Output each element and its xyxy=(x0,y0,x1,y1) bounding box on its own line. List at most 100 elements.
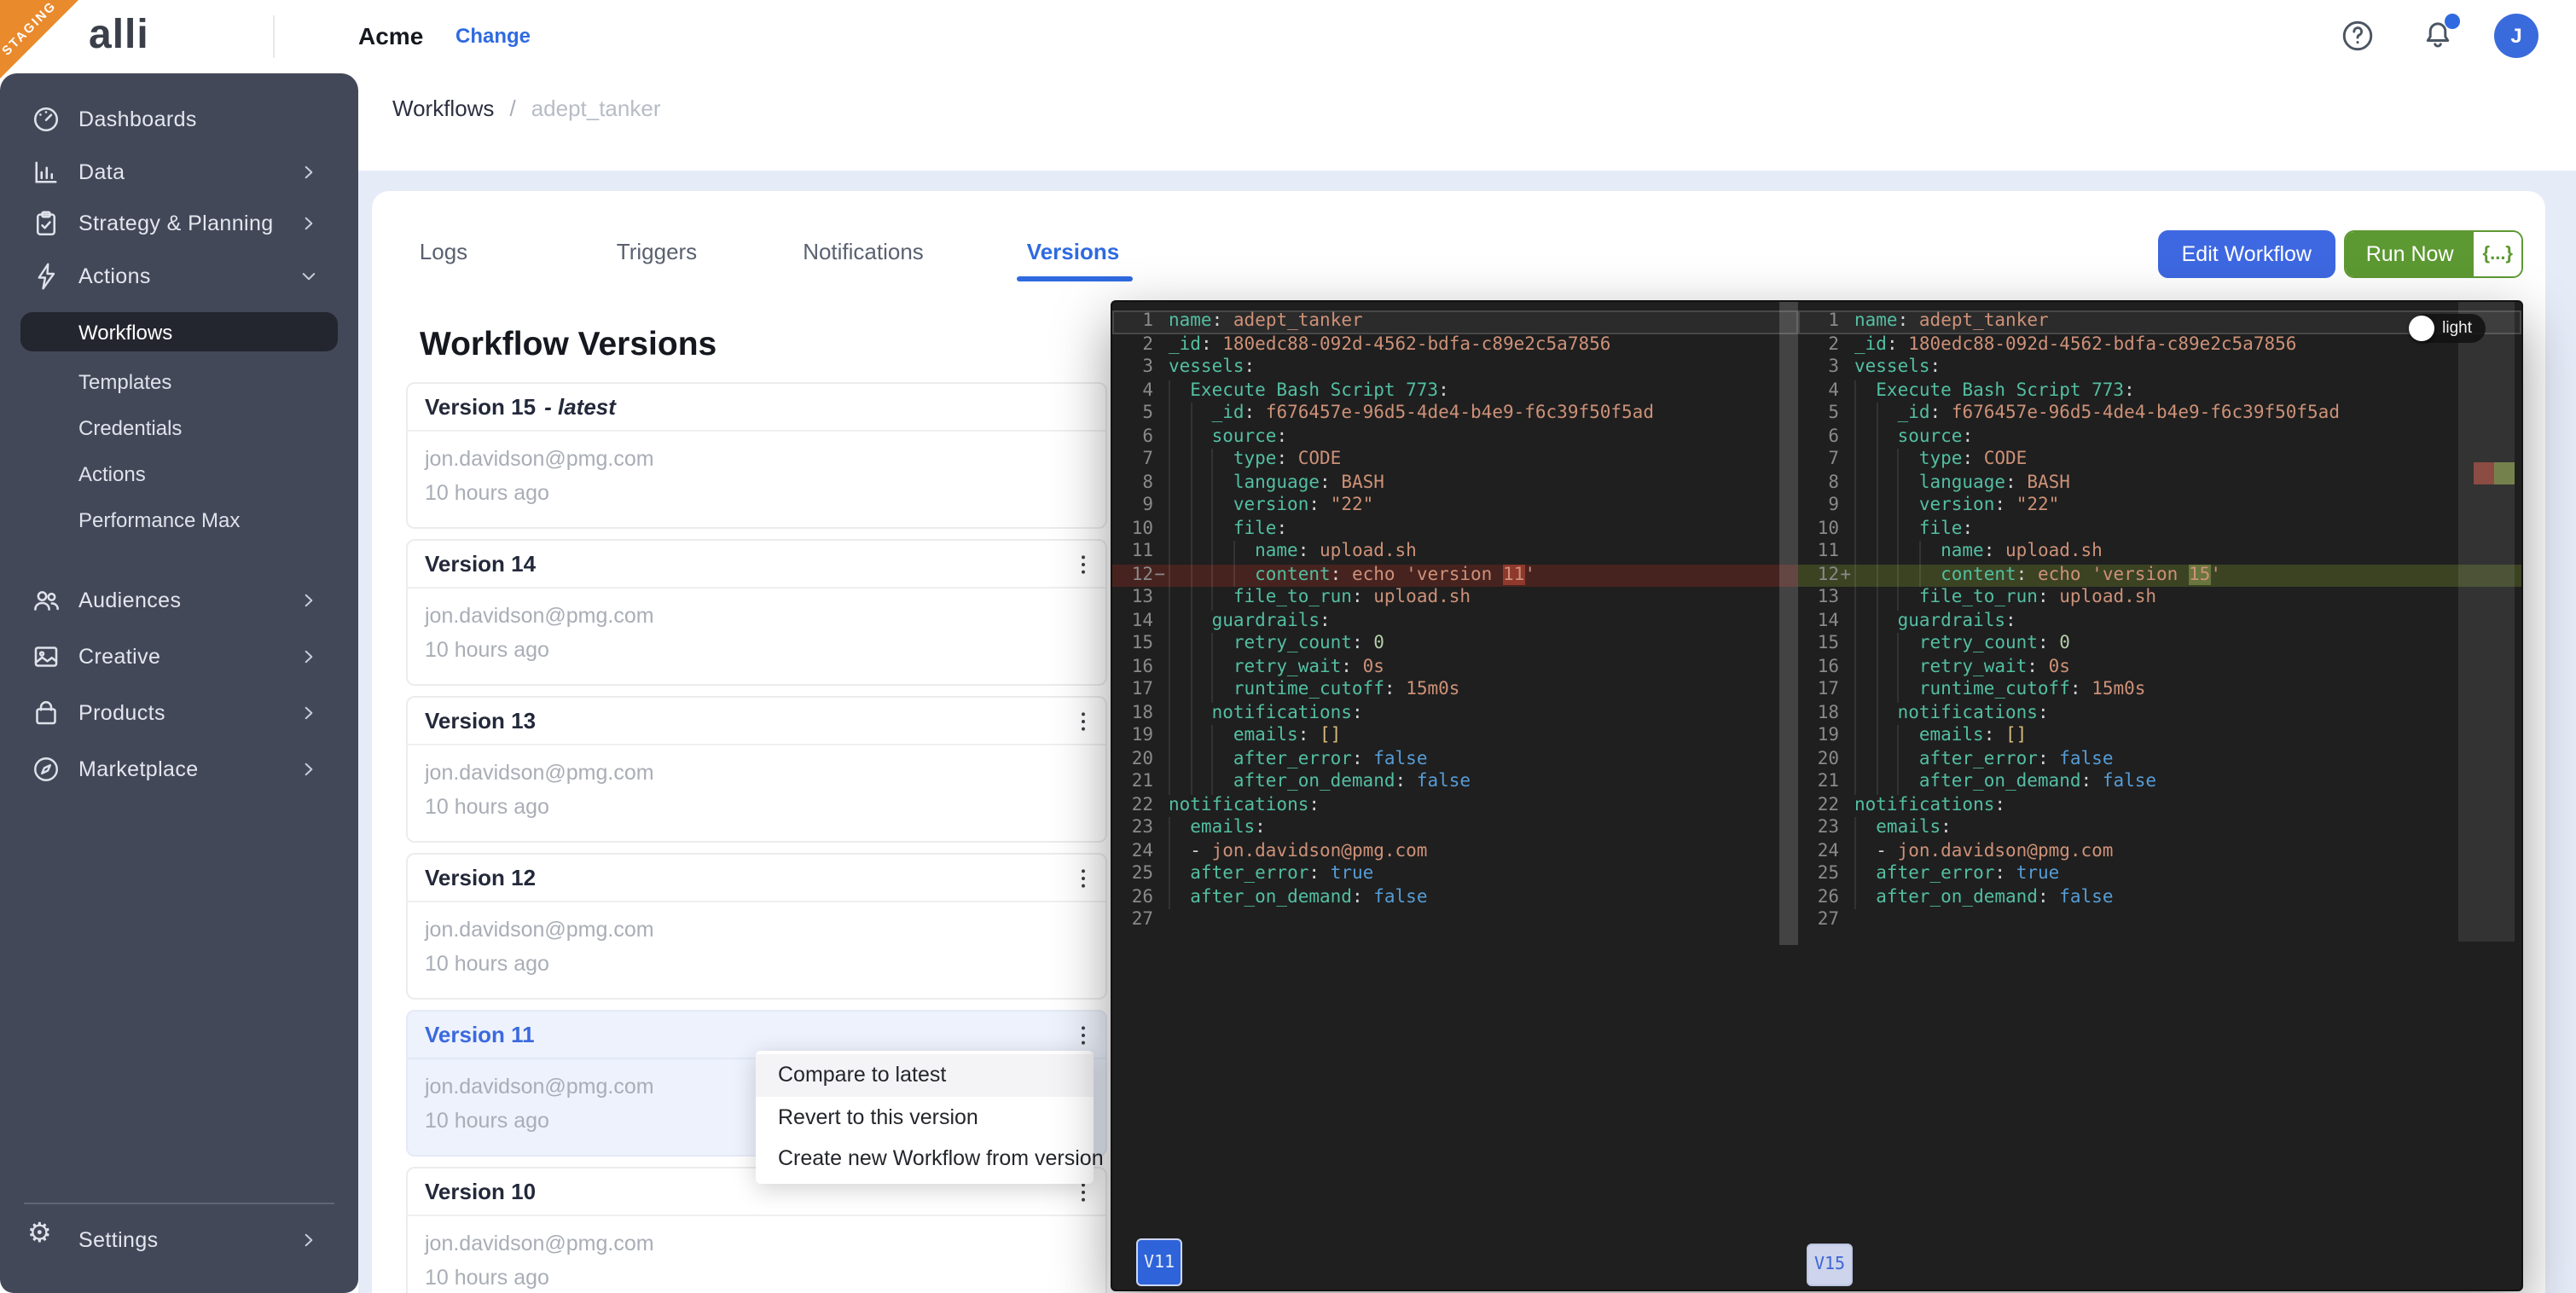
sidebar-item-data[interactable]: Data xyxy=(0,146,358,198)
sidebar-item-settings[interactable]: ⚙Settings xyxy=(0,1215,358,1267)
top-bar: alli Acme Change J xyxy=(0,0,2576,73)
version-badge-v11[interactable]: V11 xyxy=(1136,1238,1182,1286)
version-badge-v15[interactable]: V15 xyxy=(1807,1244,1853,1286)
breadcrumb-current-page: adept_tanker xyxy=(531,96,661,121)
tab-triggers[interactable]: Triggers xyxy=(617,239,697,264)
version-menu-kebab-icon[interactable] xyxy=(1065,860,1102,897)
sidebar-subitem-label: Templates xyxy=(78,369,171,393)
menu-item-create-new-workflow-from-version[interactable]: Create new Workflow from version xyxy=(756,1138,1094,1180)
code-line-content: Execute Bash Script 773: xyxy=(1169,380,1798,403)
topbar-divider xyxy=(273,15,275,58)
version-time: 10 hours ago xyxy=(425,638,1088,662)
version-card-version-12[interactable]: Version 12jon.davidson@pmg.com10 hours a… xyxy=(406,853,1107,1000)
run-now-split-button: Run Now {...} xyxy=(2344,230,2523,278)
sidebar-subitem-performance-max[interactable]: Performance Max xyxy=(0,496,358,542)
code-line-content: guardrails: xyxy=(1169,610,1798,633)
marketplace-icon xyxy=(31,753,61,784)
code-line: 10 file: xyxy=(1798,518,2521,541)
sidebar-subitem-templates[interactable]: Templates xyxy=(0,358,358,404)
line-number: 14 xyxy=(1112,610,1153,633)
diff-pane-right: 1name: adept_tanker2_id: 180edc88-092d-4… xyxy=(1798,302,2521,1290)
version-menu-kebab-icon[interactable] xyxy=(1065,546,1102,583)
line-number: 15 xyxy=(1798,633,1839,656)
code-line-content: _id: 180edc88-092d-4562-bdfa-c89e2c5a785… xyxy=(1169,333,1798,357)
sidebar-subitem-workflows[interactable]: Workflows xyxy=(20,312,338,351)
code-line: 8 language: BASH xyxy=(1112,472,1798,495)
creative-icon xyxy=(31,641,61,671)
code-line: 17 runtime_cutoff: 15m0s xyxy=(1112,679,1798,702)
version-card-version-15[interactable]: Version 15- latestjon.davidson@pmg.com10… xyxy=(406,382,1107,529)
run-with-params-button[interactable]: {...} xyxy=(2474,232,2521,276)
code-line-content: notifications: xyxy=(1169,702,1798,725)
left-pane-scrollbar[interactable] xyxy=(1779,302,1798,945)
code-line: 14 guardrails: xyxy=(1112,610,1798,633)
line-number: 10 xyxy=(1112,518,1153,541)
code-line: 1name: adept_tanker xyxy=(1112,310,1798,333)
code-line-content: after_on_demand: false xyxy=(1169,771,1798,794)
code-line-content: source: xyxy=(1854,426,2521,449)
code-line-content: after_error: false xyxy=(1169,748,1798,771)
line-number: 21 xyxy=(1112,771,1153,794)
code-line: 24 - jon.davidson@pmg.com xyxy=(1798,840,2521,863)
code-line-content: type: CODE xyxy=(1854,449,2521,472)
tab-notifications[interactable]: Notifications xyxy=(803,239,924,264)
code-line-content: retry_count: 0 xyxy=(1169,633,1798,656)
sidebar-item-products[interactable]: Products xyxy=(0,684,358,740)
code-line-content: emails: [] xyxy=(1169,725,1798,748)
sidebar-item-audiences[interactable]: Audiences xyxy=(0,571,358,628)
right-pane-scrollbar[interactable] xyxy=(2458,302,2515,942)
line-number: 22 xyxy=(1112,794,1153,817)
code-line: 7 type: CODE xyxy=(1112,449,1798,472)
run-now-button[interactable]: Run Now xyxy=(2346,232,2474,276)
version-menu-kebab-icon[interactable] xyxy=(1065,1017,1102,1054)
sidebar-item-label: Audiences xyxy=(78,588,181,612)
sidebar-item-strategy-planning[interactable]: Strategy & Planning xyxy=(0,198,358,250)
line-number: 26 xyxy=(1112,886,1153,909)
line-number: 25 xyxy=(1112,863,1153,886)
code-line-content: version: "22" xyxy=(1169,495,1798,518)
sidebar-subitem-credentials[interactable]: Credentials xyxy=(0,404,358,450)
line-number: 21 xyxy=(1798,771,1839,794)
code-line: 15 retry_count: 0 xyxy=(1798,633,2521,656)
version-menu-kebab-icon[interactable] xyxy=(1065,703,1102,740)
help-icon[interactable] xyxy=(2339,17,2376,55)
avatar[interactable]: J xyxy=(2494,14,2538,58)
tab-versions[interactable]: Versions xyxy=(1027,239,1119,264)
menu-item-revert-to-this-version[interactable]: Revert to this version xyxy=(756,1096,1094,1138)
code-line: 12− content: echo 'version 11' xyxy=(1112,564,1798,587)
version-card-version-13[interactable]: Version 13jon.davidson@pmg.com10 hours a… xyxy=(406,696,1107,843)
sidebar-subitem-actions[interactable]: Actions xyxy=(0,450,358,496)
line-number: 5 xyxy=(1112,403,1153,426)
sidebar-item-label: Products xyxy=(78,700,165,724)
theme-toggle[interactable]: light xyxy=(2410,314,2486,343)
chevron-down-icon xyxy=(300,268,317,285)
edit-workflow-button[interactable]: Edit Workflow xyxy=(2158,230,2335,278)
code-line-content: notifications: xyxy=(1854,794,2521,817)
breadcrumb-workflows-link[interactable]: Workflows xyxy=(392,96,494,121)
code-line-content: after_error: true xyxy=(1854,863,2521,886)
sidebar-item-actions[interactable]: Actions xyxy=(0,250,358,302)
chevron-right-icon xyxy=(300,1232,317,1250)
chevron-right-icon xyxy=(300,164,317,181)
code-line: 18 notifications: xyxy=(1112,702,1798,725)
version-card-version-14[interactable]: Version 14jon.davidson@pmg.com10 hours a… xyxy=(406,539,1107,686)
version-card-body: jon.davidson@pmg.com10 hours ago xyxy=(408,589,1105,662)
version-card-body: jon.davidson@pmg.com10 hours ago xyxy=(408,1216,1105,1290)
code-line-content: file_to_run: upload.sh xyxy=(1854,587,2521,610)
menu-item-compare-to-latest[interactable]: Compare to latest xyxy=(756,1054,1094,1096)
line-number: 16 xyxy=(1798,656,1839,679)
change-account-link[interactable]: Change xyxy=(455,24,531,48)
sidebar-item-marketplace[interactable]: Marketplace xyxy=(0,740,358,797)
tab-logs[interactable]: Logs xyxy=(420,239,467,264)
code-line: 11 name: upload.sh xyxy=(1112,541,1798,564)
sidebar-item-creative[interactable]: Creative xyxy=(0,628,358,684)
code-line: 20 after_error: false xyxy=(1798,748,2521,771)
code-line-content: emails: [] xyxy=(1854,725,2521,748)
version-card-body: jon.davidson@pmg.com10 hours ago xyxy=(408,432,1105,505)
code-line: 7 type: CODE xyxy=(1798,449,2521,472)
sidebar-item-dashboards[interactable]: Dashboards xyxy=(0,94,358,146)
code-line-content: - jon.davidson@pmg.com xyxy=(1169,840,1798,863)
sidebar-subitem-label: Performance Max xyxy=(78,507,240,531)
version-card-version-10[interactable]: Version 10jon.davidson@pmg.com10 hours a… xyxy=(406,1167,1107,1293)
line-number: 13 xyxy=(1798,587,1839,610)
